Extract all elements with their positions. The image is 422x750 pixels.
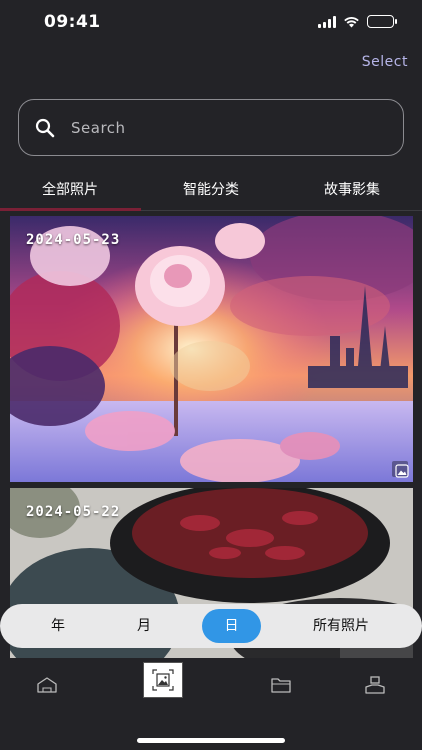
view-mode-all-photos[interactable]: 所有照片 [298, 604, 384, 648]
tab-all-photos[interactable]: 全部照片 [0, 172, 140, 208]
photo-date: 2024-05-22 [26, 504, 121, 520]
photo-card[interactable]: 2024-05-23 [10, 216, 413, 482]
nav-profile[interactable] [350, 660, 400, 710]
view-mode-day[interactable]: 日 [202, 609, 261, 643]
view-mode-year[interactable]: 年 [38, 604, 78, 648]
tab-story-albums[interactable]: 故事影集 [282, 172, 422, 208]
view-mode-selector: 年 月 日 所有照片 [0, 604, 422, 648]
select-button[interactable]: Select [362, 54, 408, 70]
active-tab-indicator [0, 208, 141, 211]
photos-icon [152, 669, 174, 691]
photo-date: 2024-05-23 [26, 232, 121, 248]
nav-albums[interactable] [256, 660, 306, 710]
tab-bar: 全部照片 智能分类 故事影集 [0, 172, 422, 212]
search-bar[interactable] [18, 99, 404, 156]
search-icon [35, 118, 55, 137]
search-input[interactable] [71, 118, 371, 137]
battery-icon [367, 15, 397, 28]
nav-home[interactable] [22, 660, 72, 710]
profile-icon [365, 676, 385, 694]
nav-photos[interactable] [143, 662, 183, 698]
tab-smart-categories[interactable]: 智能分类 [141, 172, 281, 208]
photo-thumbnail [10, 216, 413, 482]
gallery-icon [395, 464, 409, 478]
home-icon [37, 677, 57, 693]
status-time: 09:41 [44, 12, 101, 32]
cellular-signal-icon [318, 15, 336, 28]
status-bar: 09:41 [0, 0, 422, 44]
folder-icon [271, 678, 291, 693]
view-mode-month[interactable]: 月 [124, 604, 164, 648]
home-indicator [137, 738, 285, 743]
wifi-icon [344, 16, 359, 27]
status-icons [318, 15, 397, 28]
bottom-nav [0, 660, 422, 750]
